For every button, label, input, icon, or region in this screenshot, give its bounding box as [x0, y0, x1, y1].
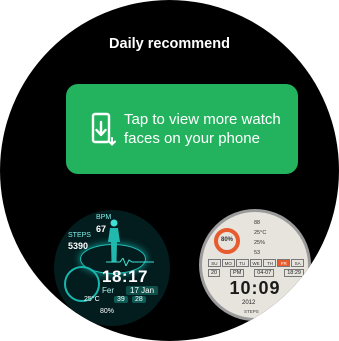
weekday: TH	[263, 259, 277, 267]
bpm-value: 67	[96, 224, 107, 234]
weekday: TU	[235, 259, 249, 267]
steps-label: STEPS	[68, 232, 91, 239]
year: 2012	[242, 300, 256, 306]
stat-row-1: 88	[254, 220, 261, 226]
left-value: 20	[208, 269, 221, 277]
digital-time: 18:17	[102, 267, 148, 286]
watch-screen: Daily recommend Tap to view more watch f…	[0, 0, 339, 341]
day-label: Fer	[102, 286, 114, 295]
stat-b: 28	[132, 296, 146, 303]
bpm-label: BPM	[96, 214, 112, 221]
heart-wave-icon	[106, 258, 154, 266]
battery-level: 80%	[100, 308, 115, 315]
watch-face-analog[interactable]: 80% 88 25°C 25% 53 SU MO TU WE TH FR SA …	[199, 209, 311, 321]
steps-value: 5390	[68, 241, 89, 251]
view-more-watch-faces-button[interactable]: Tap to view more watch faces on your pho…	[66, 84, 298, 174]
screen-title: Daily recommend	[109, 36, 230, 52]
view-more-text: Tap to view more watch faces on your pho…	[124, 111, 281, 147]
weekday: SU	[208, 259, 221, 267]
temperature: 25°C	[84, 296, 100, 303]
weekday: WE	[249, 259, 263, 267]
stat-row-2: 25°C	[254, 230, 267, 236]
info-row: 20 PM 04-07 18:29	[208, 269, 304, 277]
progress-percent: 80%	[220, 237, 233, 243]
right-value: 18:29	[284, 269, 304, 277]
stat-row-3: 25%	[254, 240, 266, 246]
steps-label: STEPS	[244, 309, 259, 314]
stat-a: 39	[114, 296, 128, 303]
weekday: MO	[221, 259, 235, 267]
watch-face-digital[interactable]: BPM 67 STEPS 5390 18:17 Fer 17 Jan 25°C …	[54, 210, 170, 326]
weekday-active: FR	[277, 259, 291, 267]
weekday-strip: SU MO TU WE TH FR SA	[208, 259, 305, 267]
period: PM	[230, 269, 245, 277]
phone-download-icon	[91, 112, 116, 146]
weekday: SA	[291, 259, 305, 267]
stat-row-4: 53	[254, 250, 261, 256]
date: 04-07	[254, 269, 275, 277]
analog-face-time: 10:09	[229, 278, 281, 298]
date-label: 17 Jan	[126, 286, 159, 295]
